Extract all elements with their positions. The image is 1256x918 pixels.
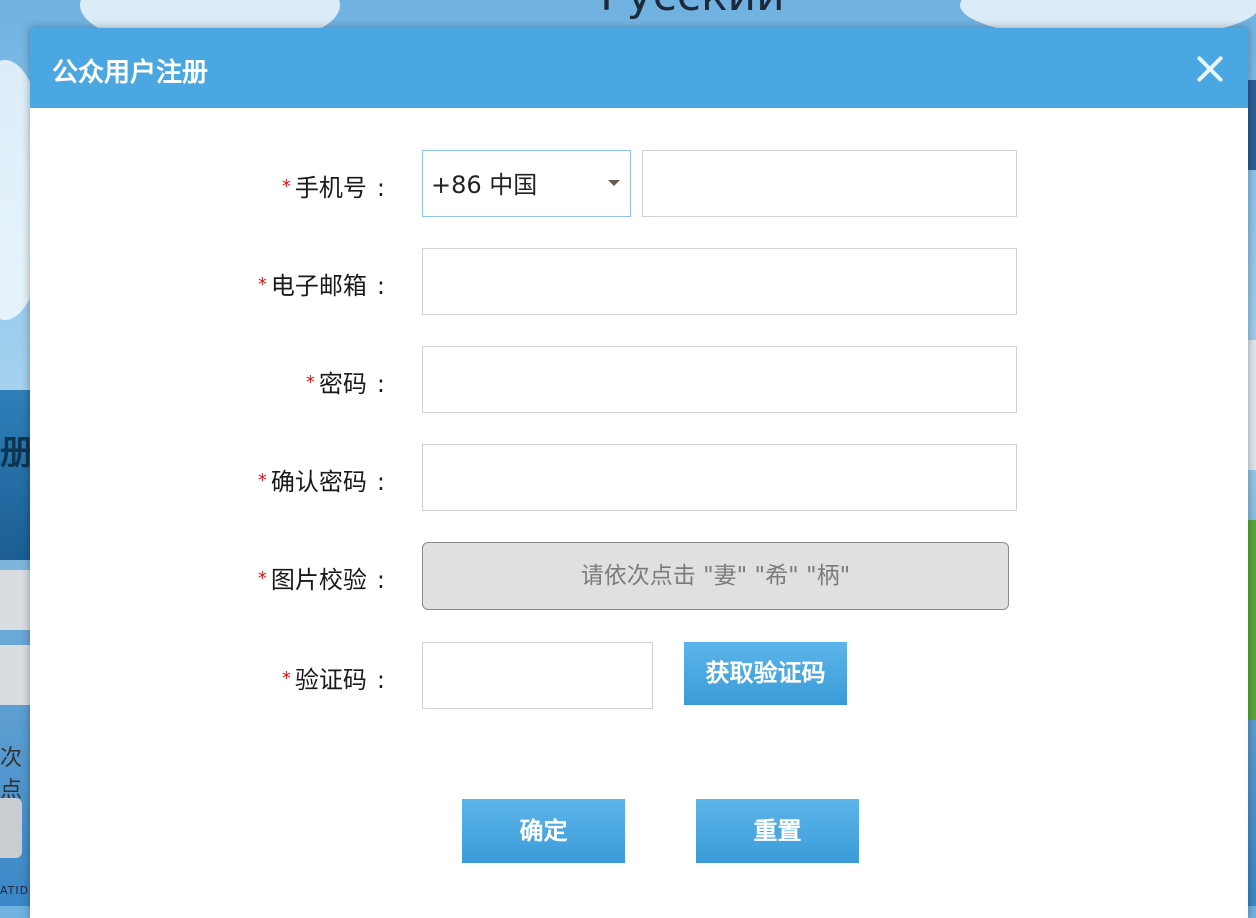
confirm-button[interactable]: 确定 — [462, 799, 625, 863]
sms-code-label: 验证码 — [294, 666, 367, 694]
colon: : — [376, 174, 385, 202]
required-mark: * — [305, 372, 315, 393]
colon: : — [376, 666, 385, 694]
email-input[interactable] — [422, 248, 1017, 315]
colon: : — [376, 272, 385, 300]
sms-code-input[interactable] — [422, 642, 653, 709]
email-label-row: * 电子邮箱: — [45, 266, 385, 301]
password-input[interactable] — [422, 346, 1017, 413]
email-label: 电子邮箱 — [270, 272, 367, 300]
required-mark: * — [257, 470, 267, 491]
captcha-label: 图片校验 — [270, 566, 367, 594]
phone-label-row: * 手机号: — [45, 168, 385, 203]
captcha-label-row: * 图片校验: — [45, 560, 385, 595]
required-mark: * — [257, 568, 267, 589]
background-input-strip — [0, 645, 30, 705]
background-button — [0, 798, 22, 858]
get-code-button[interactable]: 获取验证码 — [684, 642, 847, 705]
required-mark: * — [257, 274, 267, 295]
reset-button[interactable]: 重置 — [696, 799, 859, 863]
colon: : — [376, 468, 385, 496]
dialog-title: 公众用户注册 — [52, 58, 209, 88]
required-mark: * — [281, 668, 291, 689]
background-footer-text: ATID — [0, 884, 30, 897]
confirm-password-label: 确认密码 — [270, 468, 367, 496]
password-label-row: * 密码: — [45, 364, 385, 399]
chevron-down-icon — [608, 180, 620, 186]
background-register-text: 册 — [0, 433, 30, 473]
background-register-panel — [0, 390, 30, 560]
required-mark: * — [281, 176, 291, 197]
background-input-strip — [0, 570, 30, 630]
colon: : — [376, 566, 385, 594]
country-code-value: +86 中国 — [431, 171, 538, 199]
sms-code-label-row: * 验证码: — [45, 660, 385, 695]
background-language-label: Русский — [600, 0, 785, 21]
phone-input[interactable] — [642, 150, 1017, 217]
password-label: 密码 — [318, 370, 367, 398]
phone-label: 手机号 — [294, 174, 367, 202]
country-code-select[interactable]: +86 中国 — [422, 150, 631, 217]
confirm-password-label-row: * 确认密码: — [45, 462, 385, 497]
background-captcha-text: 次点 — [0, 746, 23, 803]
dialog-header: 公众用户注册 — [30, 28, 1248, 108]
confirm-password-input[interactable] — [422, 444, 1017, 511]
register-dialog: 公众用户注册 * 手机号: +86 中国 * 电子邮箱: * 密码: * 确认密码: *… — [30, 28, 1248, 918]
colon: : — [376, 370, 385, 398]
close-icon[interactable] — [1192, 52, 1226, 86]
captcha-click-area[interactable]: 请依次点击 "妻" "希" "柄" — [422, 542, 1009, 610]
